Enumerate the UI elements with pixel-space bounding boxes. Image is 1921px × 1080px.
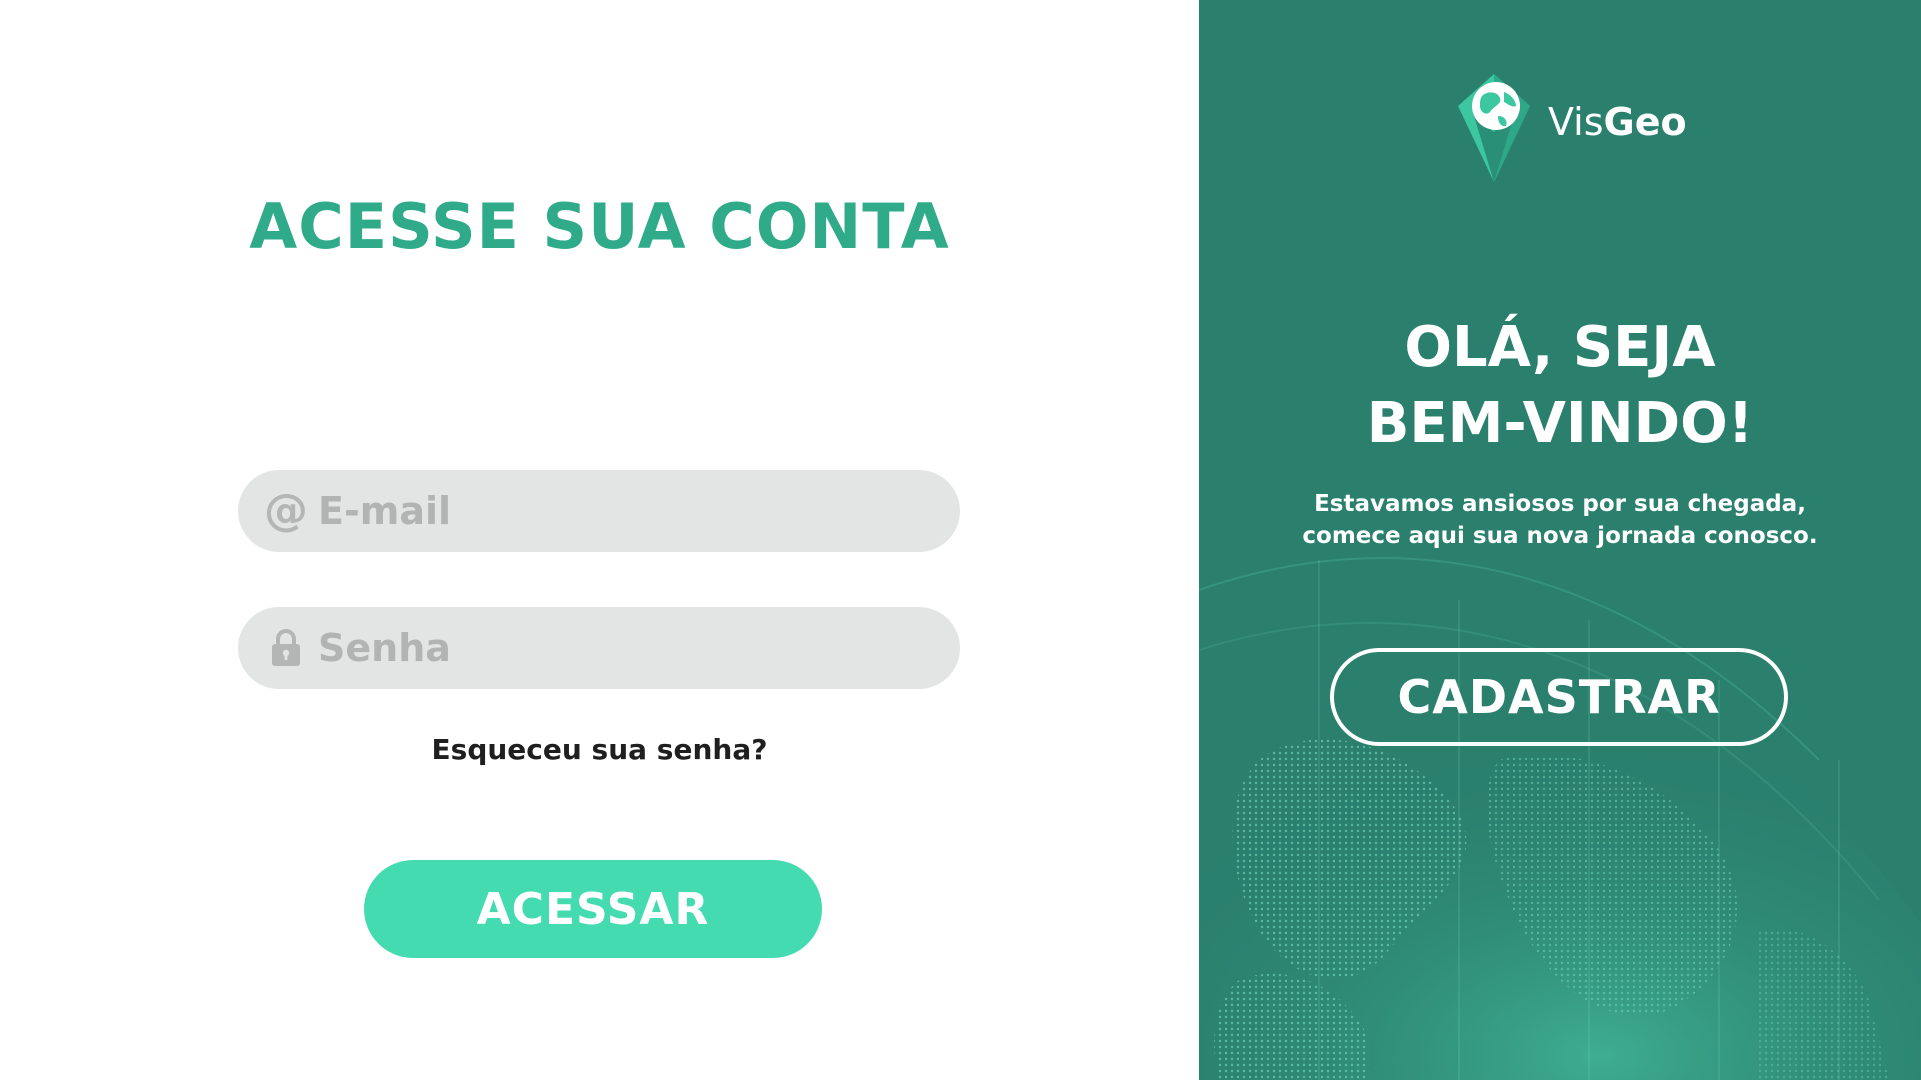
- forgot-password-link[interactable]: Esqueceu sua senha?: [0, 733, 1199, 766]
- globe-diamond-logo-icon: [1458, 74, 1530, 182]
- welcome-text-line2: comece aqui sua nova jornada conosco.: [1302, 523, 1818, 549]
- welcome-title: OLÁ, SEJA BEM-VINDO!: [1199, 310, 1921, 462]
- access-button[interactable]: ACESSAR: [364, 860, 822, 958]
- welcome-text: Estavamos ansiosos por sua chegada, come…: [1199, 488, 1921, 552]
- at-icon: @: [264, 485, 308, 536]
- brand-name-light: Vis: [1548, 100, 1604, 144]
- welcome-title-line2: BEM-VINDO!: [1366, 391, 1754, 456]
- welcome-title-line1: OLÁ, SEJA: [1404, 315, 1716, 380]
- brand-name-bold: Geo: [1603, 100, 1687, 144]
- password-field-container[interactable]: [238, 607, 960, 689]
- brand: VisGeo: [1454, 72, 1687, 184]
- login-title: ACESSE SUA CONTA: [249, 190, 950, 263]
- register-button[interactable]: CADASTRAR: [1330, 648, 1788, 746]
- login-panel: ACESSE SUA CONTA @ Esqueceu sua senha? A…: [0, 0, 1199, 1080]
- email-input[interactable]: [318, 481, 938, 541]
- login-page: ACESSE SUA CONTA @ Esqueceu sua senha? A…: [0, 0, 1921, 1080]
- welcome-text-line1: Estavamos ansiosos por sua chegada,: [1314, 491, 1806, 517]
- password-input[interactable]: [318, 618, 938, 678]
- brand-name: VisGeo: [1548, 100, 1687, 144]
- email-field-container[interactable]: @: [238, 470, 960, 552]
- welcome-panel: VisGeo OLÁ, SEJA BEM-VINDO! Estavamos an…: [1199, 0, 1921, 1080]
- lock-icon: [266, 628, 306, 668]
